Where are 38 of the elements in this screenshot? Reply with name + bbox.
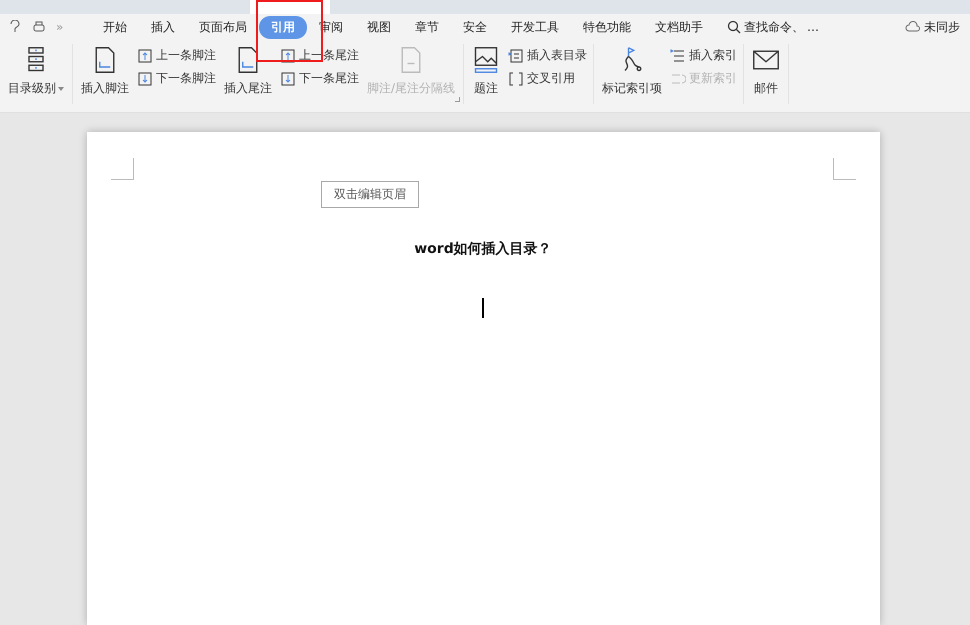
print-icon[interactable] [32, 20, 46, 34]
ribbon-button[interactable]: 插入脚注 [79, 44, 131, 99]
sync-label: 未同步 [924, 18, 960, 36]
ribbon-button[interactable]: 交叉引用 [508, 70, 588, 87]
search-placeholder: 查找命令、 [744, 18, 804, 36]
ribbon-button[interactable]: 标记索引项 [600, 44, 664, 99]
ribbon-button[interactable]: 插入表目录 [508, 47, 588, 64]
ribbon-tab[interactable]: 插入 [139, 16, 187, 38]
ribbon-tab[interactable]: 文档助手 [643, 16, 715, 38]
dialog-launcher[interactable] [455, 97, 460, 102]
margin-corner [832, 158, 856, 180]
margin-corner [110, 158, 134, 180]
brackets-icon [508, 70, 524, 86]
ribbon-tab[interactable]: 视图 [355, 16, 403, 38]
ribbon-button[interactable]: 上一条脚注 [137, 47, 216, 64]
ribbon-button[interactable]: 题注 [470, 44, 502, 99]
search-icon [727, 20, 741, 34]
header-hint[interactable]: 双击编辑页眉 [321, 181, 419, 208]
ribbon-tab[interactable]: 开始 [91, 16, 139, 38]
cloud-icon [905, 20, 921, 34]
ribbon-button[interactable]: 目录级别 [6, 44, 66, 99]
ribbon-button[interactable]: 下一条脚注 [137, 70, 216, 87]
index-list-icon [670, 48, 686, 64]
document-title: word如何插入目录？ [414, 240, 552, 258]
ribbon-button[interactable]: 下一条尾注 [280, 70, 359, 87]
ribbon-button[interactable]: 插入索引 [670, 47, 738, 64]
search-more: … [807, 20, 819, 34]
sync-status[interactable]: 未同步 [905, 18, 960, 36]
ribbon-button[interactable]: 插入尾注 [222, 44, 274, 99]
ribbon-tab[interactable]: 章节 [403, 16, 451, 38]
table-list-icon [508, 48, 524, 64]
ribbon-tab[interactable]: 安全 [451, 16, 499, 38]
ribbon-tab[interactable]: 页面布局 [187, 16, 259, 38]
text-cursor [482, 298, 484, 318]
ribbon-button[interactable]: 邮件 [750, 44, 782, 99]
ribbon-tab[interactable]: 特色功能 [571, 16, 643, 38]
command-search[interactable]: 查找命令、 … [727, 18, 819, 36]
ribbon-tab[interactable]: 开发工具 [499, 16, 571, 38]
